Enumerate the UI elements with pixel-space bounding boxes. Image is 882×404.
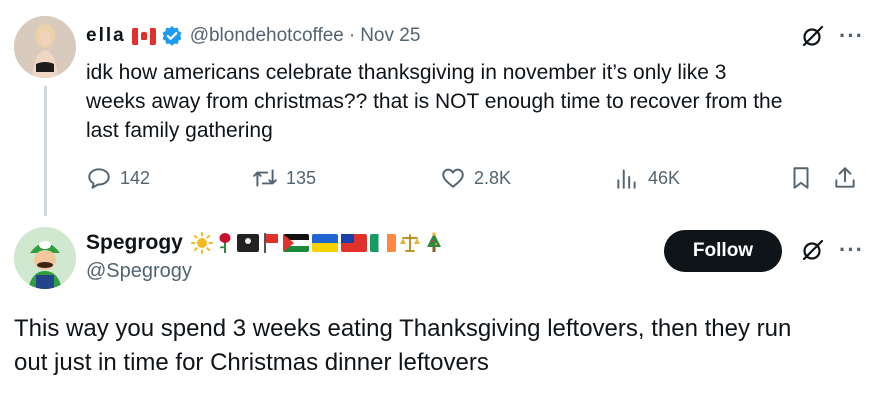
reply-icon bbox=[88, 168, 110, 189]
canada-flag-icon bbox=[131, 27, 156, 45]
reply-handle[interactable]: @Spegrogy bbox=[86, 260, 192, 283]
taiwan-flag-icon bbox=[340, 234, 367, 252]
timestamp[interactable]: Nov 25 bbox=[360, 25, 420, 47]
like-count: 2.8K bbox=[474, 167, 512, 188]
follow-button[interactable]: Follow bbox=[664, 230, 782, 272]
grok-icon[interactable] bbox=[801, 238, 825, 262]
display-name[interactable]: ella bbox=[86, 25, 126, 47]
share-button[interactable] bbox=[832, 163, 858, 193]
ireland-flag-icon bbox=[369, 234, 396, 252]
palestine-flag-icon bbox=[282, 234, 309, 252]
more-icon[interactable]: ··· bbox=[839, 25, 864, 47]
rose-icon bbox=[216, 232, 234, 254]
pirate-flag-icon bbox=[236, 234, 259, 252]
tweet-main[interactable]: ella @blondehotcoffee · Nov 25 ··· idk h… bbox=[0, 0, 882, 222]
tweet-actions: 142 135 2.8K 46K bbox=[86, 163, 864, 193]
ukraine-flag-icon bbox=[311, 234, 338, 252]
tweet-text: idk how americans celebrate thanksgiving… bbox=[86, 61, 783, 142]
reply-header: Spegrogy bbox=[86, 229, 444, 257]
like-button[interactable]: 2.8K bbox=[440, 163, 511, 193]
christmas-tree-icon bbox=[424, 232, 444, 254]
grok-icon[interactable] bbox=[801, 24, 825, 48]
like-icon bbox=[442, 168, 464, 188]
name-emojis bbox=[190, 232, 444, 254]
reply-text: This way you spend 3 weeks eating Thanks… bbox=[14, 315, 792, 376]
handle[interactable]: @blondehotcoffee bbox=[190, 25, 344, 47]
red-flag-icon bbox=[262, 232, 280, 254]
retweet-icon bbox=[253, 169, 277, 187]
reply-avatar[interactable] bbox=[14, 227, 76, 289]
verified-badge-icon[interactable] bbox=[161, 25, 183, 47]
share-icon bbox=[835, 167, 855, 188]
thread-line bbox=[44, 86, 47, 216]
views-icon bbox=[617, 169, 636, 189]
bookmark-icon bbox=[793, 167, 809, 189]
separator-dot: · bbox=[348, 25, 356, 46]
avatar[interactable] bbox=[14, 16, 76, 78]
balance-scale-icon bbox=[399, 232, 421, 254]
reply-count: 142 bbox=[120, 167, 151, 188]
more-icon[interactable]: ··· bbox=[839, 239, 864, 261]
bookmark-button[interactable] bbox=[788, 163, 814, 193]
tweet-top-actions: ··· bbox=[801, 24, 864, 48]
views-count: 46K bbox=[648, 167, 681, 188]
tweet-header: ella @blondehotcoffee · Nov 25 bbox=[86, 22, 420, 50]
views-button[interactable]: 46K bbox=[614, 163, 680, 193]
reply-top-actions: ··· bbox=[801, 238, 864, 262]
reply-button[interactable]: 142 bbox=[86, 163, 150, 193]
retweet-button[interactable]: 135 bbox=[252, 163, 316, 193]
reply-display-name[interactable]: Spegrogy bbox=[86, 231, 183, 255]
sun-icon bbox=[190, 232, 213, 254]
retweet-count: 135 bbox=[286, 167, 317, 188]
